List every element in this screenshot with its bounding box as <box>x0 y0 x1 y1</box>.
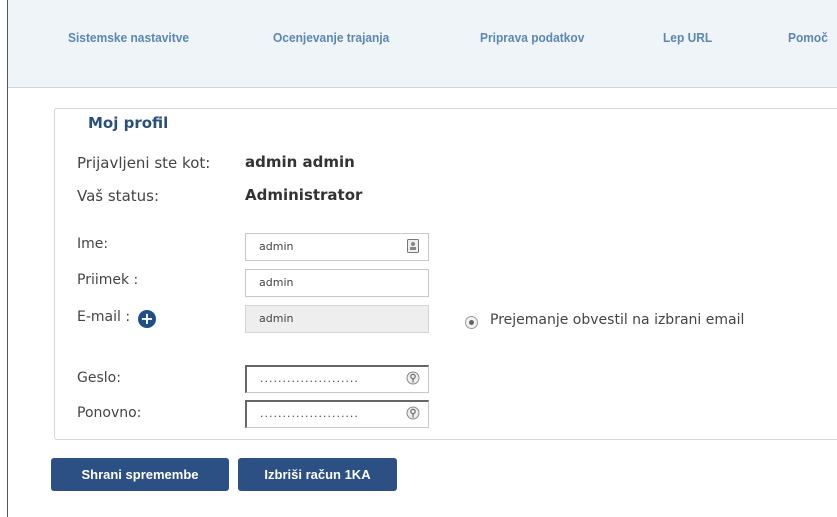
top-navigation: Sistemske nastavitve Ocenjevanje trajanj… <box>8 0 837 88</box>
key-icon <box>406 371 420 385</box>
nav-data-preparation[interactable]: Priprava podatkov <box>480 30 584 45</box>
logged-in-label: Prijavljeni ste kot: <box>77 154 211 172</box>
email-field: admin <box>245 305 429 333</box>
email-label: E-mail : <box>77 309 131 325</box>
surname-label: Priimek : <box>77 272 139 288</box>
name-value: admin <box>259 240 294 253</box>
password-label: Geslo: <box>77 370 121 386</box>
password-value: ...................... <box>260 372 359 385</box>
nav-pretty-url[interactable]: Lep URL <box>663 30 712 45</box>
status-label: Vaš status: <box>77 187 160 205</box>
notify-radio[interactable] <box>465 316 478 329</box>
status-value: Administrator <box>245 186 363 204</box>
repeat-password-value: ...................... <box>260 407 359 420</box>
name-field[interactable]: admin <box>245 233 429 261</box>
nav-system-settings[interactable]: Sistemske nastavitve <box>68 30 189 45</box>
repeat-password-field[interactable]: ...................... <box>245 400 429 428</box>
repeat-password-label: Ponovno: <box>77 405 142 421</box>
save-changes-button[interactable]: Shrani spremembe <box>51 458 229 491</box>
email-value: admin <box>259 312 294 325</box>
surname-value: admin <box>259 276 294 289</box>
nav-help[interactable]: Pomoč <box>788 30 828 45</box>
contact-card-icon <box>407 239 419 253</box>
surname-field[interactable]: admin <box>245 269 429 297</box>
logged-in-value: admin admin <box>245 153 355 171</box>
name-label: Ime: <box>77 236 109 252</box>
key-icon <box>406 406 420 420</box>
notify-label: Prejemanje obvestil na izbrani email <box>490 312 745 328</box>
delete-account-button[interactable]: Izbriši račun 1KA <box>238 458 397 491</box>
password-field[interactable]: ...................... <box>245 365 429 393</box>
profile-legend: Moj profil <box>76 114 181 132</box>
add-email-icon[interactable]: + <box>138 310 156 328</box>
nav-duration-estimation[interactable]: Ocenjevanje trajanja <box>273 30 389 45</box>
